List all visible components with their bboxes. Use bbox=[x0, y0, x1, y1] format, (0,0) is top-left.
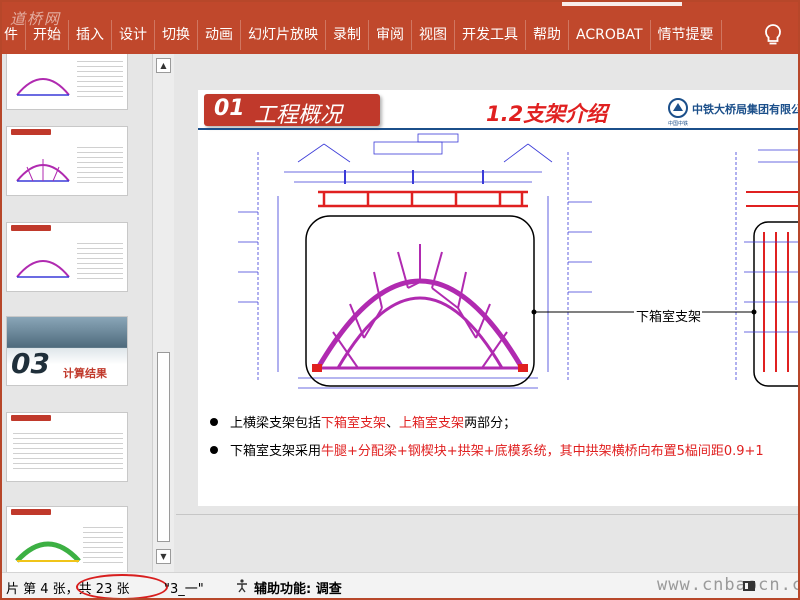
thumbnail-text-lines bbox=[77, 239, 123, 279]
normal-view-icon[interactable] bbox=[742, 579, 756, 593]
slide-thumbnail[interactable] bbox=[6, 54, 128, 110]
company-sub: 中国中铁 bbox=[668, 121, 689, 127]
arch-drawing-icon bbox=[16, 159, 70, 182]
thumbnail-header bbox=[7, 507, 127, 517]
side-blueprint-lines bbox=[744, 241, 798, 333]
arch-truss bbox=[315, 244, 525, 370]
callout-dot-left bbox=[531, 309, 537, 315]
ribbon-tab[interactable]: 帮助 bbox=[526, 20, 569, 50]
bullet-1-text: 上横梁支架包括下箱室支架、上箱室支架两部分； bbox=[230, 416, 516, 431]
ribbon-tab[interactable]: 视图 bbox=[412, 20, 455, 50]
slide-thumbnail[interactable] bbox=[6, 222, 128, 292]
bullet-dot bbox=[210, 446, 218, 454]
ribbon-tab[interactable]: 幻灯片放映 bbox=[241, 20, 326, 50]
ribbon-top-strip bbox=[562, 2, 682, 6]
scroll-down-icon[interactable]: ▼ bbox=[156, 549, 171, 564]
section-number: 03 bbox=[11, 347, 50, 380]
notes-divider[interactable] bbox=[176, 514, 798, 515]
powerpoint-window: 道桥网 件开始 插入 设计 切换 动画 幻灯片放映 录制 审阅 视图 开发工具 帮助 ACROBAT 情… bbox=[0, 0, 800, 600]
fea-model-icon bbox=[15, 541, 81, 563]
section-caption: 计算结果 bbox=[63, 367, 107, 380]
section-title-number: 01 bbox=[214, 96, 245, 121]
thumbnail-header bbox=[7, 127, 127, 137]
ribbon-tab[interactable]: 开发工具 bbox=[455, 20, 526, 50]
status-bar: 片 第 4 张，共 23 张 "3_一" 辅助功能: 调查 www.cnbaoc… bbox=[2, 572, 798, 598]
callout-label: 下箱室支架 bbox=[636, 310, 702, 325]
body-text: 、 bbox=[386, 416, 400, 431]
upper-support-frame bbox=[318, 190, 528, 208]
slide-thumbnail[interactable] bbox=[6, 412, 128, 482]
ribbon-tab[interactable]: 切换 bbox=[155, 20, 198, 50]
ribbon-tab[interactable]: 开始 bbox=[26, 20, 69, 50]
arch-drawing-icon bbox=[16, 78, 70, 96]
bullet-1: 上横梁支架包括下箱室支架、上箱室支架两部分； bbox=[210, 412, 516, 431]
bullet-2: 下箱室支架采用牛腿+分配梁+钢楔块+拱架+底模系统，其中拱架横桥向布置5榀间距0… bbox=[210, 440, 764, 459]
ribbon-tab[interactable]: ACROBAT bbox=[569, 20, 651, 50]
highlighted-text: 下箱室支架 bbox=[321, 416, 387, 431]
highlighted-text: 上箱室支架 bbox=[399, 416, 465, 431]
support-elevation-drawing bbox=[238, 133, 798, 389]
ribbon-tab[interactable]: 录制 bbox=[326, 20, 369, 50]
accessibility-icon[interactable] bbox=[234, 578, 250, 594]
company-logo-icon bbox=[668, 98, 688, 118]
thumbnail-scrollbar[interactable]: ▲ ▼ bbox=[152, 54, 174, 572]
section-title-box: 01 工程概况 bbox=[204, 94, 380, 128]
ribbon-tabs: 件开始 插入 设计 切换 动画 幻灯片放映 录制 审阅 视图 开发工具 帮助 ACROBAT 情节提要 bbox=[2, 20, 722, 50]
body-text: 两部分； bbox=[464, 416, 517, 431]
thumbnail-header bbox=[7, 223, 127, 233]
ribbon-tab[interactable]: 动画 bbox=[198, 20, 241, 50]
header-rule bbox=[198, 128, 798, 130]
thumbnail-text-lines bbox=[83, 523, 123, 563]
arch-drawing-icon bbox=[16, 260, 70, 278]
thumbnail-text-lines bbox=[77, 143, 123, 183]
section-title-text: 工程概况 bbox=[254, 103, 343, 128]
body-text: 上横梁支架包括 bbox=[230, 416, 322, 431]
bullet-2-text: 下箱室支架采用牛腿+分配梁+钢楔块+拱架+底模系统，其中拱架横桥向布置5榀间距0… bbox=[230, 444, 764, 459]
lower-chamber-outline bbox=[305, 215, 535, 387]
slide-thumbnail-pane[interactable]: 03 计算结果 bbox=[2, 54, 152, 572]
ribbon-tab[interactable]: 审阅 bbox=[369, 20, 412, 50]
slide-editing-area[interactable]: 01 工程概况 1.2支架介绍 中铁大桥局集团有限公 中国中铁 下箱室支架 上横… bbox=[174, 54, 800, 572]
current-slide[interactable]: 01 工程概况 1.2支架介绍 中铁大桥局集团有限公 中国中铁 下箱室支架 上横… bbox=[198, 90, 800, 506]
blueprint-lines bbox=[238, 133, 798, 389]
thumbnail-text-lines bbox=[13, 429, 123, 469]
slide-thumbnail[interactable] bbox=[6, 126, 128, 196]
scroll-up-icon[interactable]: ▲ bbox=[156, 58, 171, 73]
highlighted-text: 牛腿+分配梁+钢楔块+拱架+底模系统，其中拱架横桥向布置5榀间距0.9+1 bbox=[321, 444, 764, 459]
thumbnail-header bbox=[7, 413, 127, 423]
watermark-text: www.cnbaocn.com bbox=[657, 575, 798, 595]
slide-subtitle: 1.2支架介绍 bbox=[486, 102, 608, 126]
body-text: 下箱室支架采用 bbox=[230, 444, 322, 459]
ribbon-tab[interactable]: 件 bbox=[2, 20, 26, 50]
ribbon-tab[interactable]: 设计 bbox=[112, 20, 155, 50]
lightbulb-icon[interactable] bbox=[760, 22, 786, 48]
ribbon-tab[interactable]: 情节提要 bbox=[651, 20, 722, 50]
accessibility-status[interactable]: 辅助功能: 调查 bbox=[254, 578, 342, 597]
slide-thumbnail-section[interactable]: 03 计算结果 bbox=[6, 316, 128, 386]
company-name: 中铁大桥局集团有限公 bbox=[692, 103, 800, 116]
scrollbar-thumb[interactable] bbox=[157, 352, 170, 542]
theme-name: "3_一" bbox=[164, 582, 204, 597]
highlight-circle bbox=[76, 574, 168, 598]
ribbon-tab[interactable]: 插入 bbox=[69, 20, 112, 50]
bullet-dot bbox=[210, 418, 218, 426]
thumbnail-text-lines bbox=[77, 57, 123, 97]
slide-thumbnail[interactable] bbox=[6, 506, 128, 572]
